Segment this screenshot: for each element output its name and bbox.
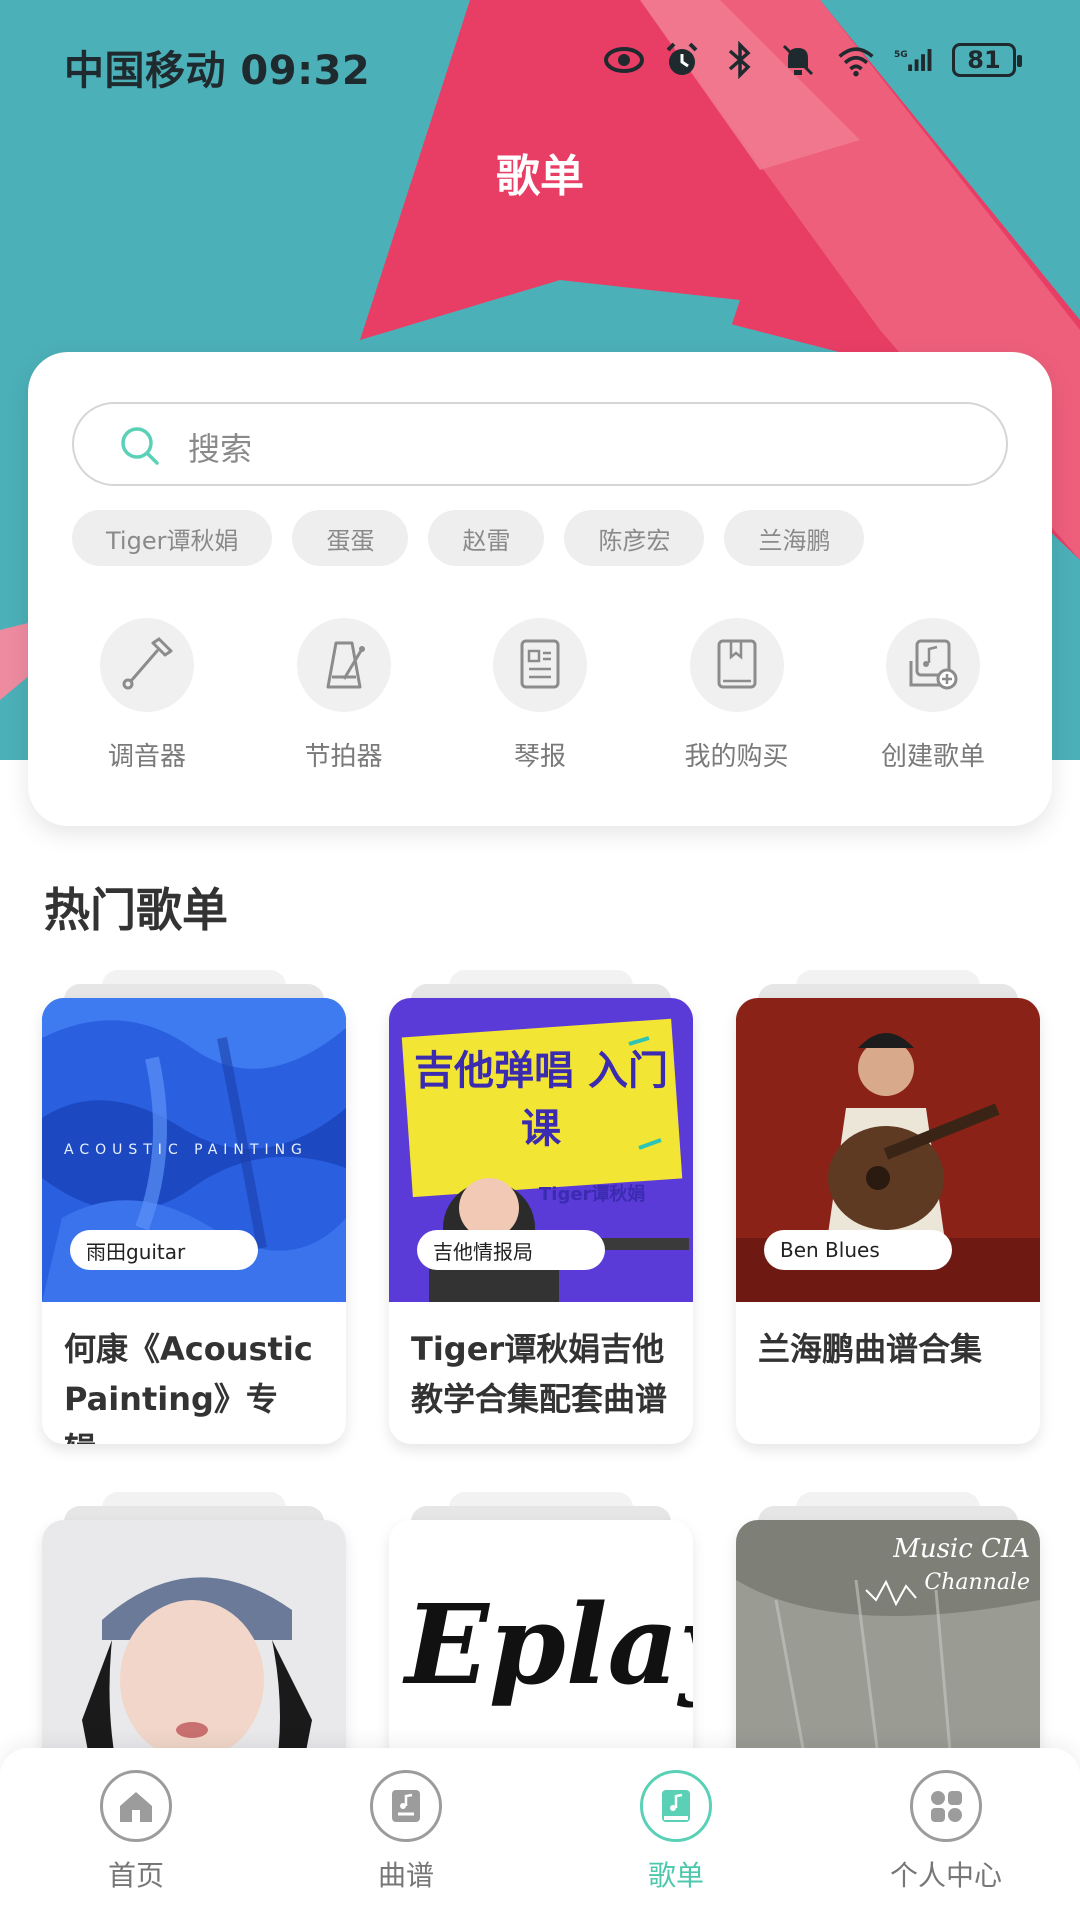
tool-label: 我的购买 <box>684 742 789 772</box>
bottom-nav: 首页 曲谱 歌单 个人中心 <box>0 1748 1080 1920</box>
nav-sheet-music[interactable]: 曲谱 <box>316 1770 496 1894</box>
playlist-name: Tiger谭秋娟吉他教学合集配套曲谱 <box>411 1330 668 1418</box>
metronome-icon <box>296 618 391 712</box>
battery-indicator: 81 <box>952 43 1022 77</box>
hot-tags: Tiger谭秋娟 蛋蛋 赵雷 陈彦宏 兰海鹏 <box>72 510 865 566</box>
newspaper-icon <box>493 618 587 712</box>
cover-title-text: Eplay <box>405 1580 693 1709</box>
eye-icon <box>604 40 644 80</box>
book-icon <box>689 618 784 712</box>
bluetooth-icon <box>720 40 760 80</box>
mute-bell-icon <box>778 40 818 80</box>
nav-profile[interactable]: 个人中心 <box>856 1770 1036 1894</box>
signal-5g-icon: 5G <box>894 40 934 80</box>
tuning-fork-icon <box>100 618 194 712</box>
nav-label: 首页 <box>107 1859 164 1892</box>
tool-metronome[interactable]: 节拍器 <box>269 618 419 773</box>
search-input[interactable]: 搜索 <box>72 402 1008 486</box>
tool-label: 琴报 <box>513 742 566 772</box>
playlist-card[interactable]: 吉他弹唱 入门课 Tiger谭秋娟 吉他情报局 Tiger谭秋娟吉他教学合集配套… <box>389 970 693 1444</box>
alarm-icon <box>662 40 702 80</box>
carrier-time: 中国移动 09:32 <box>64 48 371 94</box>
status-bar: 中国移动 09:32 5G 81 <box>0 0 1080 120</box>
playlist-cover: ACOUSTIC PAINTING 雨田guitar <box>42 998 346 1302</box>
playlist-icon <box>640 1770 712 1842</box>
cover-title-text: 吉他弹唱 入门课 <box>414 1048 668 1152</box>
search-card: 搜索 Tiger谭秋娟 蛋蛋 赵雷 陈彦宏 兰海鹏 调音器 节拍器 琴报 我的购… <box>28 352 1052 826</box>
tag-chip[interactable]: Tiger谭秋娟 <box>72 510 273 566</box>
tool-label: 调音器 <box>107 742 186 772</box>
tool-newspaper[interactable]: 琴报 <box>465 618 615 773</box>
playlist-name: 何康《Acoustic Painting》专辑... <box>64 1330 313 1444</box>
playlist-author-badge: 吉他情报局 <box>417 1230 605 1270</box>
playlist-card[interactable]: ACOUSTIC PAINTING 雨田guitar 何康《Acoustic P… <box>42 970 346 1444</box>
cover-title-text: Music CIA <box>893 1534 1030 1564</box>
nav-label: 曲谱 <box>377 1859 434 1892</box>
home-icon <box>100 1770 172 1842</box>
tool-tuner[interactable]: 调音器 <box>72 618 222 773</box>
page-title: 歌单 <box>496 151 584 202</box>
create-playlist-icon <box>886 618 980 712</box>
tag-chip[interactable]: 陈彦宏 <box>564 510 705 566</box>
tool-purchases[interactable]: 我的购买 <box>662 618 812 773</box>
playlist-name: 兰海鹏曲谱合集 <box>758 1330 983 1368</box>
playlist-author-badge: 雨田guitar <box>70 1230 258 1270</box>
cover-title-text: ACOUSTIC PAINTING <box>64 1142 308 1158</box>
nav-label: 个人中心 <box>889 1859 1002 1892</box>
profile-icon <box>910 1770 982 1842</box>
playlist-author-badge: Ben Blues <box>764 1230 952 1270</box>
sheet-music-icon <box>370 1770 442 1842</box>
search-icon <box>118 424 162 472</box>
svg-text:5G: 5G <box>894 50 908 60</box>
nav-playlist[interactable]: 歌单 <box>586 1770 766 1894</box>
tag-chip[interactable]: 兰海鹏 <box>724 510 865 566</box>
playlist-cover: 吉他弹唱 入门课 Tiger谭秋娟 吉他情报局 <box>389 998 693 1302</box>
section-title: 热门歌单 <box>44 883 228 937</box>
cover-subtitle-text: Tiger谭秋娟 <box>539 1184 646 1205</box>
nav-home[interactable]: 首页 <box>46 1770 226 1894</box>
wifi-icon <box>836 40 876 80</box>
playlist-card[interactable]: Ben Blues 兰海鹏曲谱合集 <box>736 970 1040 1444</box>
tag-chip[interactable]: 蛋蛋 <box>292 510 409 566</box>
tool-create-playlist[interactable]: 创建歌单 <box>858 618 1008 773</box>
search-placeholder: 搜索 <box>188 430 253 468</box>
nav-label: 歌单 <box>647 1859 704 1892</box>
tool-label: 节拍器 <box>304 742 383 772</box>
playlist-cover: Ben Blues <box>736 998 1040 1302</box>
cover-subtitle-text: Channale <box>924 1570 1030 1595</box>
tag-chip[interactable]: 赵雷 <box>428 510 545 566</box>
tool-shortcuts: 调音器 节拍器 琴报 我的购买 创建歌单 <box>72 618 1008 773</box>
tool-label: 创建歌单 <box>880 742 985 772</box>
